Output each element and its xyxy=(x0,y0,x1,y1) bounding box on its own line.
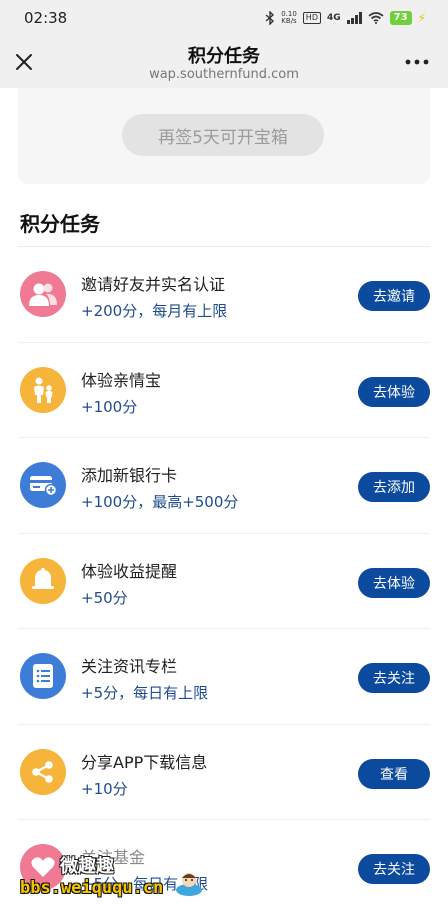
task-item-news-column: 关注资讯专栏 +5分，每日有上限 去关注 xyxy=(18,629,430,725)
watermark: 微趣趣 bbs.weiququ.cn xyxy=(20,852,202,902)
page-title: 积分任务 xyxy=(188,46,260,67)
task-reward: +10分 xyxy=(81,779,128,798)
open-chest-button[interactable]: 再签5天可开宝箱 xyxy=(122,114,324,156)
task-item-family: 体验亲情宝 +100分 去体验 xyxy=(18,343,430,438)
view-share-button[interactable]: 查看 xyxy=(358,758,430,789)
invite-friends-icon xyxy=(20,271,66,317)
hd-badge: HD xyxy=(302,12,321,24)
status-bar: 02:38 0.10 KB/s HD 4G 73 ⚡ xyxy=(0,0,448,36)
treasure-chest-card: 再签5天可开宝箱 xyxy=(18,88,430,184)
task-name: 关注资讯专栏 xyxy=(81,657,178,676)
task-list: 邀请好友并实名认证 +200分，每月有上限 去邀请 体验亲情宝 +100分 去体… xyxy=(0,247,448,916)
follow-fund-button[interactable]: 去关注 xyxy=(358,854,430,884)
charging-icon: ⚡ xyxy=(417,11,426,25)
signal-icon xyxy=(346,12,362,24)
task-item-income-reminder: 体验收益提醒 +50分 去体验 xyxy=(18,534,430,629)
bluetooth-icon xyxy=(265,11,275,25)
task-reward: +50分 xyxy=(81,588,128,607)
more-dots-icon xyxy=(405,59,429,65)
wifi-icon xyxy=(368,12,384,24)
task-name: 体验亲情宝 xyxy=(81,370,162,390)
task-reward: +5分，每日有上限 xyxy=(81,684,209,702)
task-item-share-app: 分享APP下载信息 +10分 查看 xyxy=(18,725,430,820)
family-icon xyxy=(20,366,66,413)
task-name: 添加新银行卡 xyxy=(81,466,178,485)
task-name: 体验收益提醒 xyxy=(81,561,178,581)
bank-card-icon xyxy=(20,462,66,508)
more-button[interactable] xyxy=(404,50,430,74)
battery-indicator: 73 xyxy=(389,11,412,25)
task-reward: +100分 xyxy=(81,397,138,416)
task-reward: +100分，最高+500分 xyxy=(81,493,239,511)
page-url: wap.southernfund.com xyxy=(149,67,299,82)
section-title: 积分任务 xyxy=(20,212,100,236)
task-item-bank-card: 添加新银行卡 +100分，最高+500分 去添加 xyxy=(18,438,430,534)
status-icons: 0.10 KB/s HD 4G 73 ⚡ xyxy=(265,11,426,25)
status-time: 02:38 xyxy=(24,9,68,27)
mascot-icon xyxy=(176,873,202,896)
net-speed: 0.10 KB/s xyxy=(281,10,297,25)
news-list-icon xyxy=(20,653,66,699)
task-name: 邀请好友并实名认证 xyxy=(81,275,226,294)
task-item-invite: 邀请好友并实名认证 +200分，每月有上限 去邀请 xyxy=(18,247,430,343)
share-icon xyxy=(20,748,66,795)
experience-family-button[interactable]: 去体验 xyxy=(358,376,430,407)
bell-icon xyxy=(20,557,66,604)
watermark-logo-text: 微趣趣 xyxy=(60,856,114,877)
watermark-url: bbs.weiququ.cn xyxy=(20,878,164,898)
task-name: 分享APP下载信息 xyxy=(81,752,208,772)
network-type: 4G xyxy=(326,13,341,23)
task-reward: +200分，每月有上限 xyxy=(81,302,228,320)
add-bank-card-button[interactable]: 去添加 xyxy=(358,472,430,502)
nav-bar: 积分任务 wap.southernfund.com xyxy=(0,36,448,88)
page-content: 再签5天可开宝箱 积分任务 邀请好友并实名认证 +200分，每月有上限 去邀请 … xyxy=(0,88,448,920)
invite-button[interactable]: 去邀请 xyxy=(358,281,430,311)
experience-reminder-button[interactable]: 去体验 xyxy=(358,567,430,598)
follow-news-button[interactable]: 去关注 xyxy=(358,663,430,693)
